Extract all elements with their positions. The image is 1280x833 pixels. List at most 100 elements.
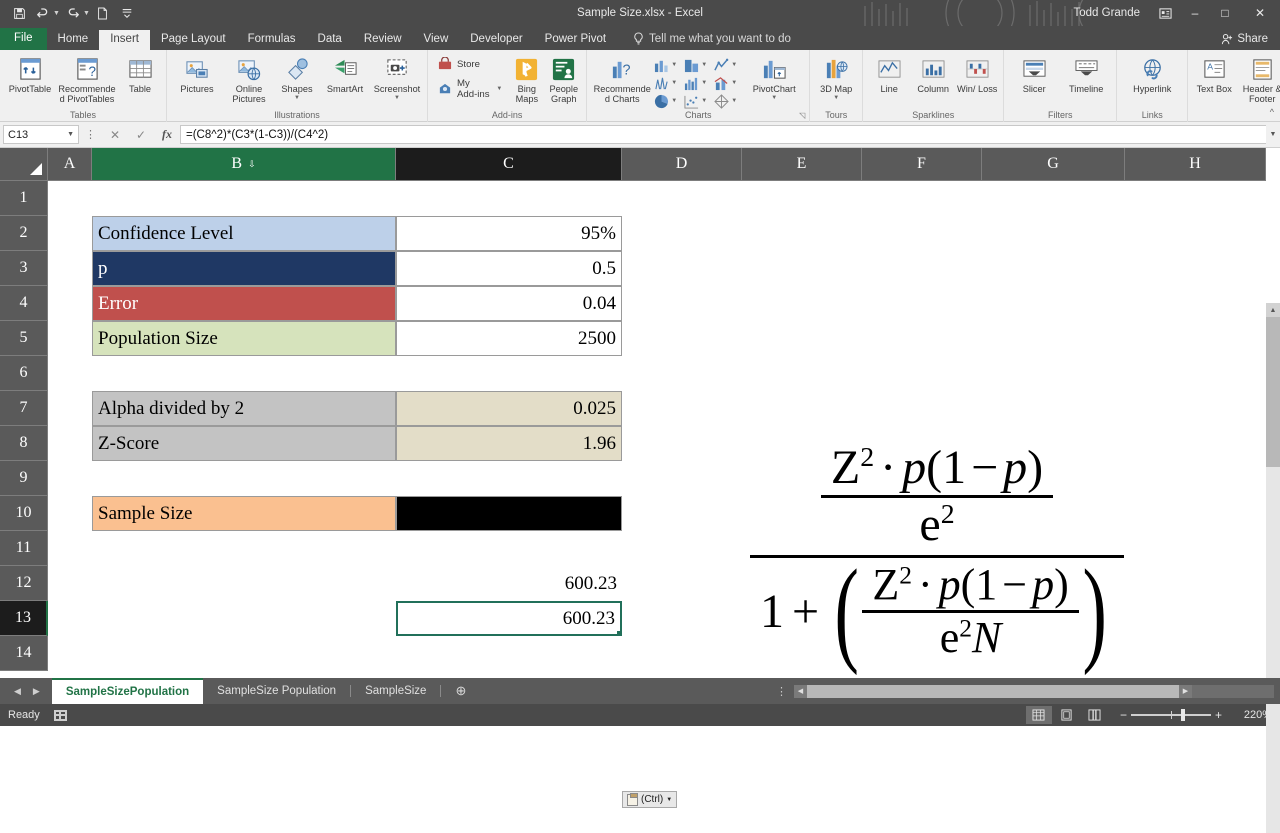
page-layout-view-icon[interactable] — [1054, 706, 1080, 724]
column-header-b[interactable]: B ⇩ — [92, 148, 396, 181]
row-header-2[interactable]: 2 — [0, 216, 48, 251]
online-pictures-button[interactable]: Online Pictures — [223, 53, 275, 104]
column-header-e[interactable]: E — [742, 148, 862, 181]
tab-view[interactable]: View — [413, 30, 460, 51]
pie-chart-button[interactable]: ▼ — [653, 94, 683, 109]
surface-chart-dropdown-icon[interactable]: ▼ — [731, 98, 737, 104]
tab-insert[interactable]: Insert — [99, 30, 150, 51]
formula-input[interactable]: =(C8^2)*(C3*(1-C3))/(C4^2) — [180, 125, 1266, 144]
sparkline-line-button[interactable]: Line — [867, 53, 911, 95]
charts-dialog-launcher-icon[interactable]: ◹ — [799, 111, 805, 120]
3d-map-button[interactable]: 3D Map ▼ — [814, 53, 858, 101]
cell-a3[interactable] — [48, 251, 92, 286]
vertical-scrollbar[interactable]: ▲ — [1266, 303, 1280, 833]
expand-formula-bar-icon[interactable]: ▼ — [1266, 131, 1280, 138]
row-header-8[interactable]: 8 — [0, 426, 48, 461]
recommended-charts-button[interactable]: ? Recommended Charts — [591, 53, 653, 104]
store-button[interactable]: Store — [438, 57, 502, 71]
bar-chart-dropdown-icon[interactable]: ▼ — [701, 80, 707, 86]
combo-chart-dropdown-icon[interactable]: ▼ — [731, 80, 737, 86]
pie-chart-dropdown-icon[interactable]: ▼ — [671, 98, 677, 104]
shapes-button[interactable]: Shapes ▼ — [275, 53, 319, 101]
cell-a11[interactable] — [48, 531, 92, 566]
page-break-view-icon[interactable] — [1082, 706, 1108, 724]
tab-data[interactable]: Data — [307, 30, 353, 51]
cell-b7[interactable]: Alpha divided by 2 — [92, 391, 396, 426]
hierarchy-chart-dropdown-icon[interactable]: ▼ — [701, 62, 707, 68]
cell-b6[interactable] — [92, 356, 396, 391]
screenshot-button[interactable]: Screenshot ▼ — [371, 53, 423, 101]
scroll-right-icon[interactable]: ▶ — [1179, 685, 1192, 698]
zoom-track[interactable] — [1131, 714, 1211, 716]
new-file-icon[interactable] — [92, 3, 114, 23]
minimize-button[interactable]: – — [1180, 0, 1210, 26]
sample-size-equation-image[interactable]: Z2·p(1−p) e2 1 + ( Z2·p(1−p) — [672, 396, 1202, 708]
cell-a13[interactable] — [48, 601, 92, 636]
row-header-12[interactable]: 12 — [0, 566, 48, 601]
row-header-1[interactable]: 1 — [0, 181, 48, 216]
cell-c10[interactable] — [396, 496, 622, 531]
column-header-a[interactable]: A — [48, 148, 92, 181]
table-button[interactable]: Table — [118, 53, 162, 95]
cell-a6[interactable] — [48, 356, 92, 391]
horizontal-scrollbar[interactable]: ◀ ▶ — [794, 685, 1274, 698]
pivottable-button[interactable]: PivotTable — [4, 53, 56, 95]
row-header-11[interactable]: 11 — [0, 531, 48, 566]
tell-me-box[interactable]: Tell me what you want to do — [617, 28, 801, 50]
column-header-d[interactable]: D — [622, 148, 742, 181]
cell-c8[interactable]: 1.96 — [396, 426, 622, 461]
sheet-tab-samplesize-population[interactable]: SampleSize Population — [203, 678, 350, 704]
tab-power-pivot[interactable]: Power Pivot — [534, 30, 617, 51]
cell-a12[interactable] — [48, 566, 92, 601]
scroll-up-icon[interactable]: ▲ — [1266, 303, 1280, 317]
paste-options-dropdown-icon[interactable]: ▼ — [666, 797, 672, 803]
cell-c1[interactable] — [396, 181, 622, 216]
people-graph-button[interactable]: People Graph — [545, 53, 582, 104]
cell-b4[interactable]: Error — [92, 286, 396, 321]
zoom-thumb[interactable] — [1181, 709, 1185, 721]
save-icon[interactable] — [8, 3, 30, 23]
column-header-c[interactable]: C — [396, 148, 622, 181]
sheet-tab-samplesize[interactable]: SampleSize — [351, 678, 440, 704]
hierarchy-chart-button[interactable]: ▼ — [683, 58, 713, 73]
cell-b5[interactable]: Population Size — [92, 321, 396, 356]
row-header-7[interactable]: 7 — [0, 391, 48, 426]
vertical-scroll-thumb[interactable] — [1266, 317, 1280, 467]
cell-c5[interactable]: 2500 — [396, 321, 622, 356]
pivotchart-button[interactable]: PivotChart ▼ — [743, 53, 805, 101]
scatter-chart-dropdown-icon[interactable]: ▼ — [701, 98, 707, 104]
cell-c3[interactable]: 0.5 — [396, 251, 622, 286]
sparkline-winloss-button[interactable]: Win/ Loss — [955, 53, 999, 95]
select-all-corner[interactable] — [0, 148, 48, 181]
cell-c13[interactable]: 600.23 — [396, 601, 622, 636]
cell-a14[interactable] — [48, 636, 92, 671]
my-addins-dropdown-icon[interactable]: ▼ — [496, 86, 502, 92]
cell-c12[interactable]: 600.23 — [396, 566, 622, 601]
cell-a9[interactable] — [48, 461, 92, 496]
statistic-chart-button[interactable]: ▼ — [653, 76, 683, 91]
row-header-10[interactable]: 10 — [0, 496, 48, 531]
cell-a7[interactable] — [48, 391, 92, 426]
tab-review[interactable]: Review — [353, 30, 413, 51]
customize-qat-icon[interactable] — [116, 3, 138, 23]
column-header-f[interactable]: F — [862, 148, 982, 181]
column-chart-dropdown-icon[interactable]: ▼ — [671, 62, 677, 68]
scroll-left-icon[interactable]: ◀ — [794, 685, 807, 698]
cell-b14[interactable] — [92, 636, 396, 671]
cell-b11[interactable] — [92, 531, 396, 566]
cell-a2[interactable] — [48, 216, 92, 251]
account-name[interactable]: Todd Grande — [1074, 7, 1151, 19]
confirm-icon[interactable]: ✓ — [128, 128, 154, 142]
paste-options-button[interactable]: (Ctrl) ▼ — [622, 791, 677, 808]
cell-b3[interactable]: p — [92, 251, 396, 286]
row-header-14[interactable]: 14 — [0, 636, 48, 671]
record-macro-icon[interactable] — [54, 710, 67, 721]
row-header-3[interactable]: 3 — [0, 251, 48, 286]
pivotchart-dropdown-icon[interactable]: ▼ — [771, 95, 777, 101]
bar-chart-button[interactable]: ▼ — [683, 76, 713, 91]
close-button[interactable]: ✕ — [1240, 0, 1280, 26]
tab-formulas[interactable]: Formulas — [237, 30, 307, 51]
tab-developer[interactable]: Developer — [459, 30, 533, 51]
hyperlink-button[interactable]: Hyperlink — [1121, 53, 1183, 95]
next-sheet-icon[interactable]: ▶ — [33, 686, 40, 697]
